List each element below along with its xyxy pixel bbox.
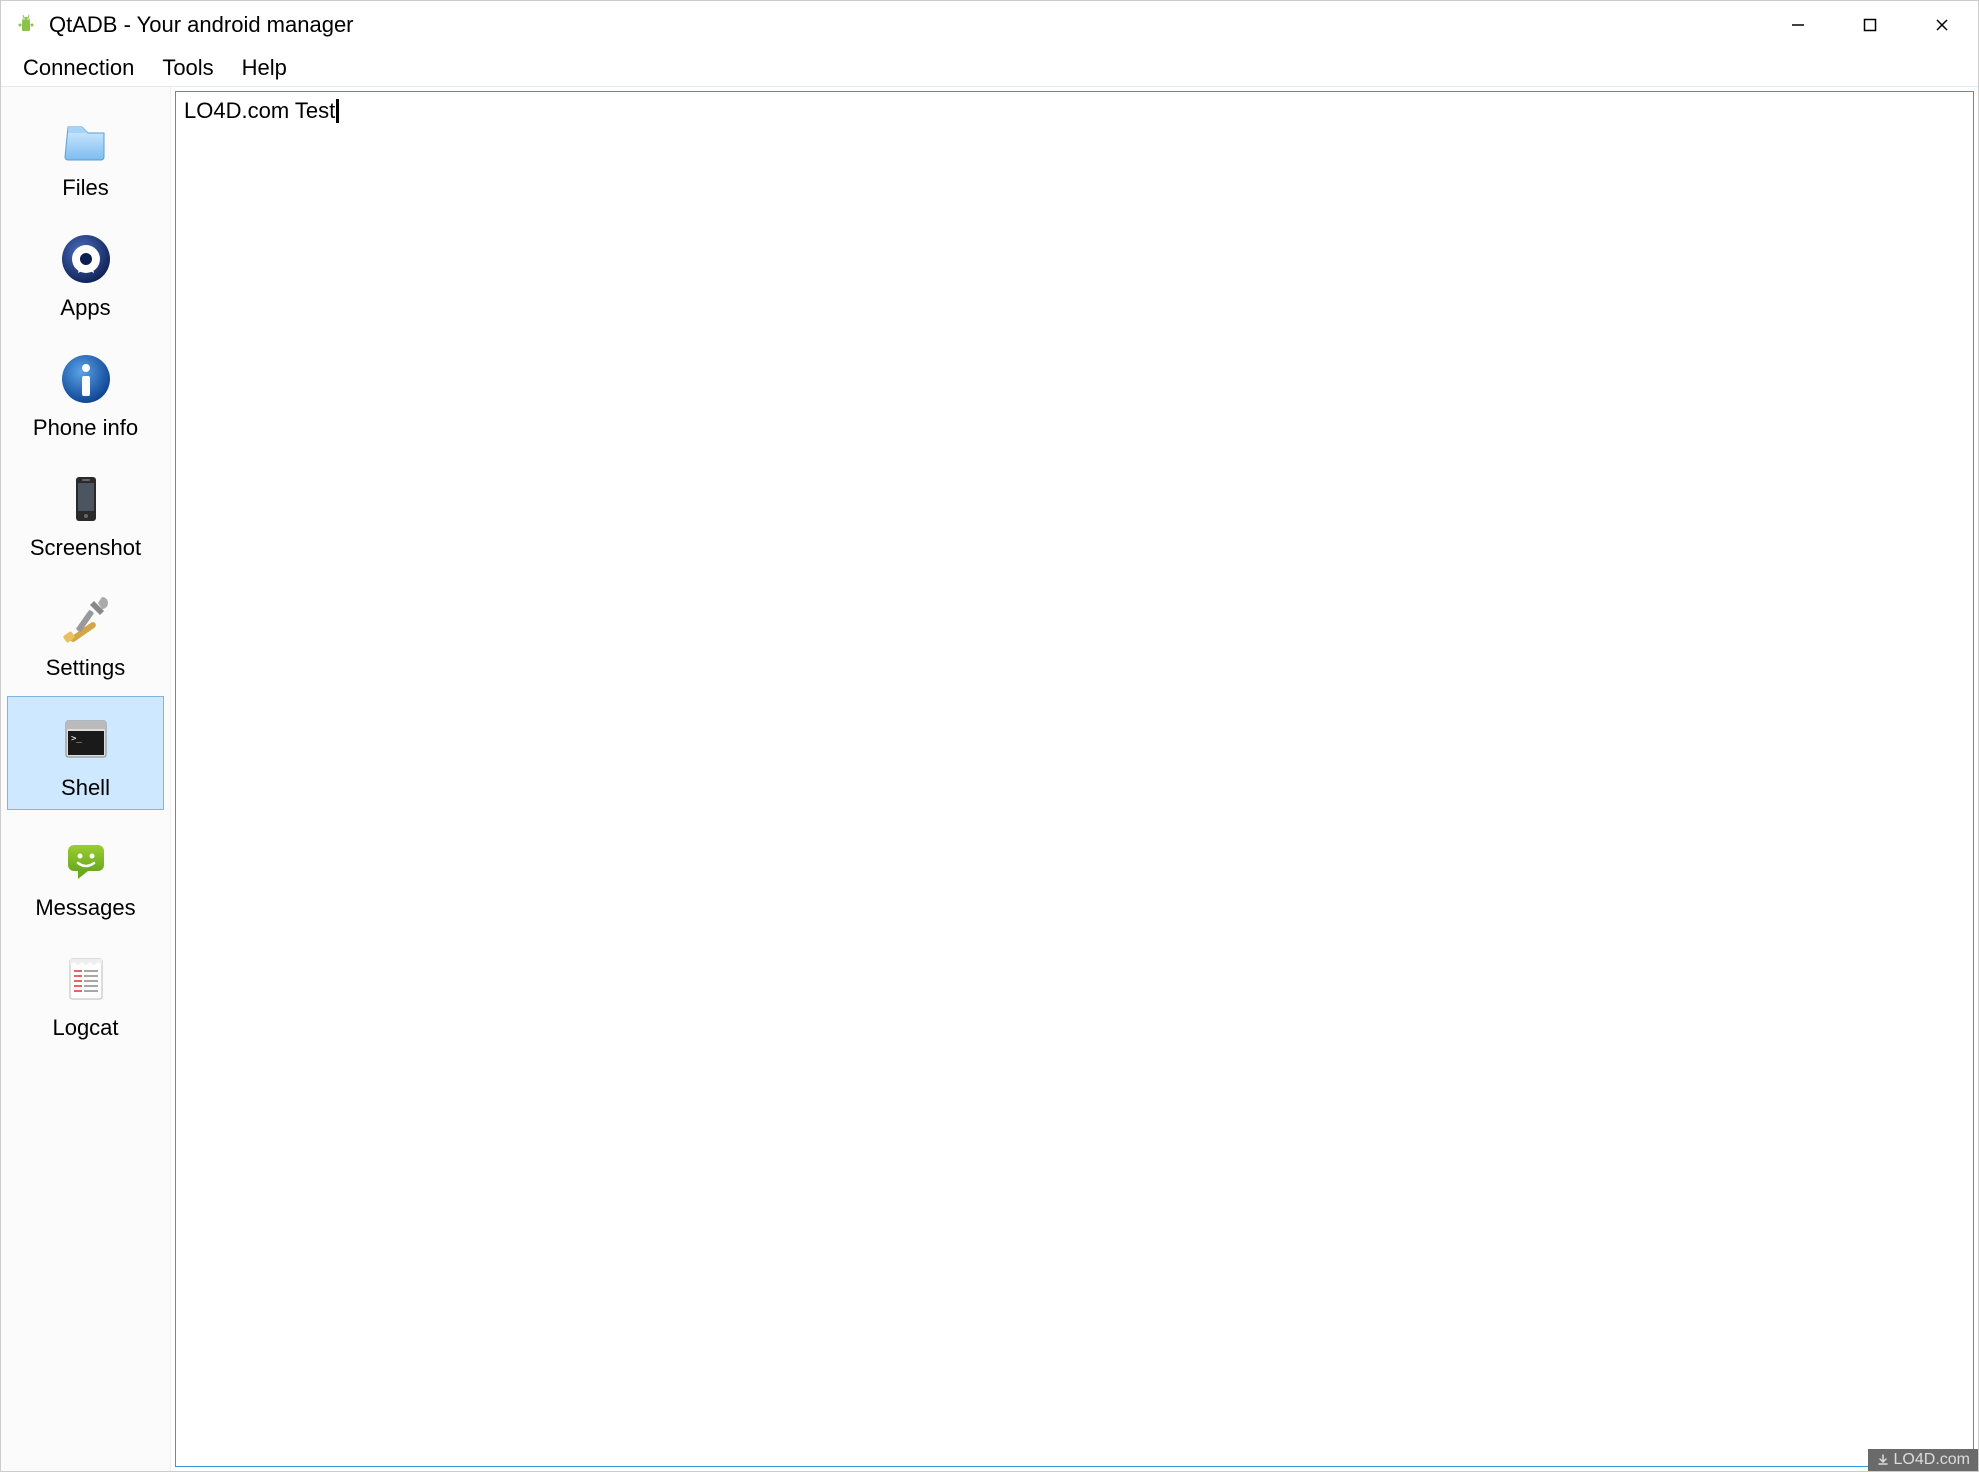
sidebar-item-phoneinfo[interactable]: Phone info: [7, 336, 164, 450]
files-icon: [54, 107, 118, 171]
close-button[interactable]: [1906, 1, 1978, 49]
menu-connection[interactable]: Connection: [9, 51, 148, 85]
sidebar-item-label: Phone info: [33, 415, 138, 441]
android-icon: [13, 12, 39, 38]
sidebar-item-label: Settings: [46, 655, 126, 681]
sidebar-item-screenshot[interactable]: Screenshot: [7, 456, 164, 570]
shell-terminal[interactable]: LO4D.com Test: [175, 91, 1974, 1467]
sidebar-item-label: Screenshot: [30, 535, 141, 561]
window-controls: [1762, 1, 1978, 49]
menu-tools[interactable]: Tools: [148, 51, 227, 85]
sidebar-item-label: Shell: [61, 775, 110, 801]
shell-text: LO4D.com Test: [184, 98, 335, 123]
logcat-icon: [54, 947, 118, 1011]
sidebar-item-label: Files: [62, 175, 108, 201]
apps-icon: [54, 227, 118, 291]
screenshot-icon: [54, 467, 118, 531]
info-icon: [54, 347, 118, 411]
sidebar-item-files[interactable]: Files: [7, 96, 164, 210]
minimize-button[interactable]: [1762, 1, 1834, 49]
messages-icon: [54, 827, 118, 891]
body: Files Apps: [1, 87, 1978, 1471]
watermark-text: LO4D.com: [1894, 1451, 1970, 1469]
titlebar: QtADB - Your android manager: [1, 1, 1978, 49]
app-window: QtADB - Your android manager Connection …: [0, 0, 1979, 1472]
sidebar-item-apps[interactable]: Apps: [7, 216, 164, 330]
svg-text:>_: >_: [71, 734, 82, 744]
shell-icon: >_: [54, 707, 118, 771]
main-content: LO4D.com Test: [171, 87, 1978, 1471]
download-icon: [1876, 1453, 1890, 1467]
sidebar-item-label: Messages: [35, 895, 135, 921]
sidebar-item-settings[interactable]: Settings: [7, 576, 164, 690]
sidebar-item-shell[interactable]: >_ Shell: [7, 696, 164, 810]
watermark-corner: LO4D.com: [1868, 1449, 1978, 1471]
sidebar-item-label: Logcat: [52, 1015, 118, 1041]
settings-icon: [54, 587, 118, 651]
sidebar: Files Apps: [1, 87, 171, 1471]
text-cursor: [336, 99, 339, 123]
maximize-button[interactable]: [1834, 1, 1906, 49]
menu-help[interactable]: Help: [228, 51, 301, 85]
sidebar-item-logcat[interactable]: Logcat: [7, 936, 164, 1050]
sidebar-item-label: Apps: [60, 295, 110, 321]
window-title: QtADB - Your android manager: [49, 12, 354, 38]
sidebar-item-messages[interactable]: Messages: [7, 816, 164, 930]
menubar: Connection Tools Help: [1, 49, 1978, 87]
